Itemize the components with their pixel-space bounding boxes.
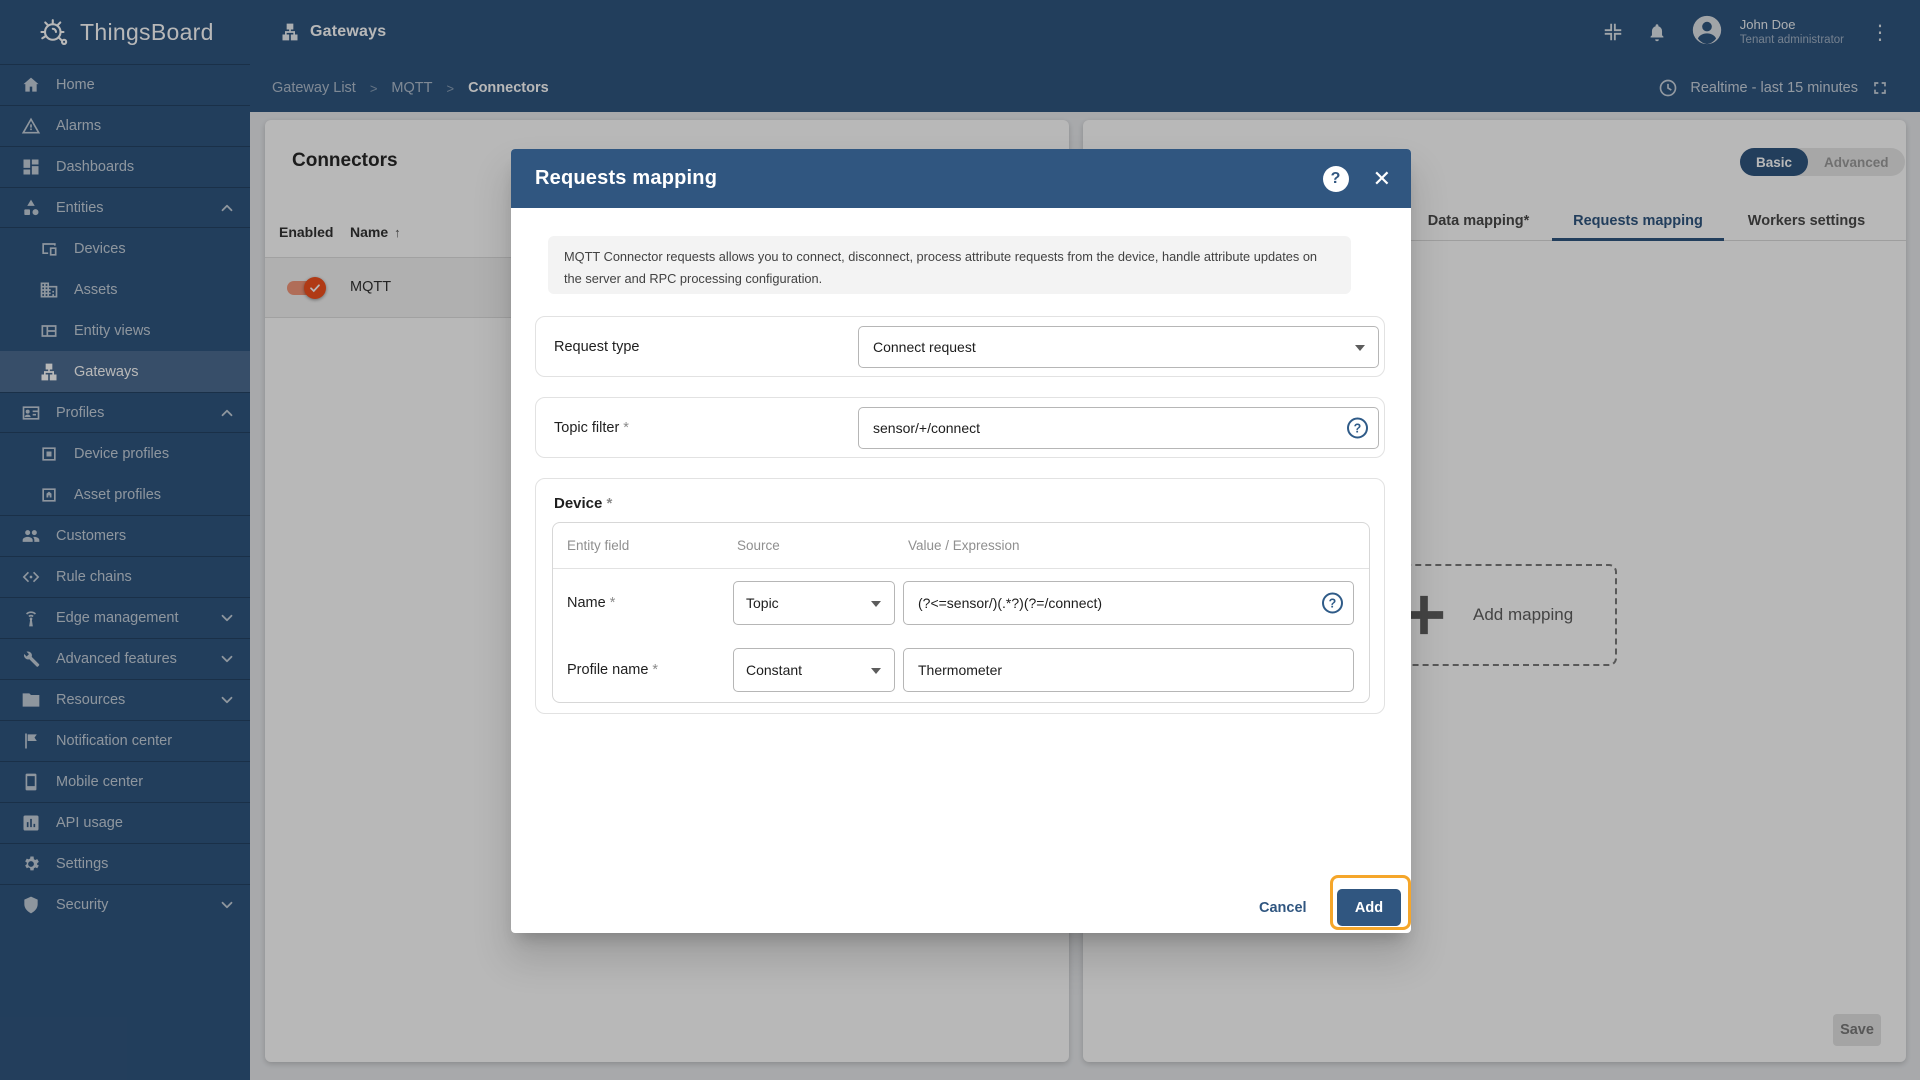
dialog-help-icon[interactable]: ? [1323, 166, 1349, 192]
topic-filter-input[interactable]: sensor/+/connect ? [858, 407, 1379, 449]
device-table: Entity field Source Value / Expression N… [552, 522, 1370, 703]
app-root: ThingsBoard Gateways John [0, 0, 1920, 1080]
column-source: Source [737, 538, 780, 553]
column-value-expression: Value / Expression [908, 538, 1020, 553]
profile-source-select[interactable]: Constant [733, 648, 895, 692]
topic-filter-label: Topic filter [554, 420, 629, 436]
name-field-label: Name [567, 595, 615, 611]
device-row-profile-name: Profile name Constant Thermometer [553, 637, 1369, 703]
chevron-down-icon [871, 601, 881, 607]
name-source-select[interactable]: Topic [733, 581, 895, 625]
dialog-title: Requests mapping [535, 167, 1323, 190]
device-section-label: Device [554, 495, 612, 512]
device-section: Device Entity field Source Value / Expre… [535, 478, 1385, 714]
dialog-body: MQTT Connector requests allows you to co… [511, 208, 1411, 933]
device-row-name: Name Topic (?<=sensor/)(.*?)(?=/connect)… [553, 569, 1369, 637]
request-type-select[interactable]: Connect request [858, 326, 1379, 368]
help-icon[interactable]: ? [1322, 593, 1343, 614]
add-button[interactable]: Add [1337, 889, 1401, 926]
cancel-button[interactable]: Cancel [1259, 889, 1307, 926]
device-table-header: Entity field Source Value / Expression [553, 523, 1369, 569]
name-expression-input[interactable]: (?<=sensor/)(.*?)(?=/connect) ? [903, 581, 1354, 625]
profile-name-field-label: Profile name [567, 662, 658, 678]
column-entity-field: Entity field [567, 538, 629, 553]
dialog-description: MQTT Connector requests allows you to co… [548, 236, 1351, 294]
request-type-field: Request type Connect request [535, 316, 1385, 377]
topic-filter-field: Topic filter sensor/+/connect ? [535, 397, 1385, 458]
request-type-label: Request type [554, 339, 639, 355]
help-icon[interactable]: ? [1347, 418, 1368, 439]
chevron-down-icon [871, 668, 881, 674]
requests-mapping-dialog: Requests mapping ? ✕ MQTT Connector requ… [511, 149, 1411, 933]
chevron-down-icon [1355, 345, 1365, 351]
profile-value-input[interactable]: Thermometer [903, 648, 1354, 692]
close-icon[interactable]: ✕ [1373, 168, 1391, 190]
dialog-header: Requests mapping ? ✕ [511, 149, 1411, 208]
